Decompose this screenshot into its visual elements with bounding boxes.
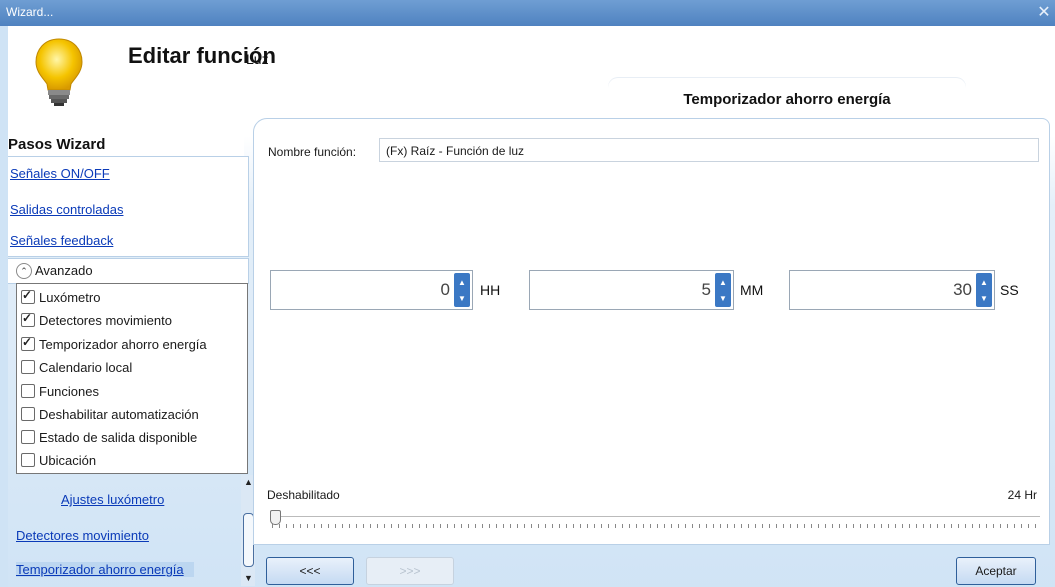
chevron-up-icon[interactable]: ▲	[719, 278, 727, 287]
option-label: Luxómetro	[39, 289, 101, 305]
steps-links: Señales ON/OFF Salidas controladas Señal…	[8, 156, 249, 257]
option-detectores[interactable]: Detectores movimiento	[21, 311, 172, 329]
hours-stepper[interactable]: 0 ▲ ▼	[270, 270, 473, 310]
slider-ticks	[272, 524, 1040, 528]
option-label: Deshabilitar automatización	[39, 406, 199, 422]
chevron-up-icon[interactable]: ▲	[458, 278, 466, 287]
page-subtitle: Luz	[246, 51, 269, 67]
checkbox[interactable]	[21, 384, 35, 398]
scroll-up-icon[interactable]: ▲	[244, 477, 253, 487]
slider-max-label: 24 Hr	[1007, 488, 1037, 502]
nav-temporizador[interactable]: Temporizador ahorro energía	[16, 562, 194, 577]
wizard-steps-heading: Pasos Wizard	[8, 134, 244, 158]
nav-ajustes-luxometro[interactable]: Ajustes luxómetro	[61, 492, 164, 507]
window-titlebar: Wizard... ✕	[0, 0, 1055, 26]
option-ubicacion[interactable]: Ubicación	[21, 451, 96, 469]
seconds-spin[interactable]: ▲ ▼	[976, 273, 992, 307]
scroll-down-icon[interactable]: ▼	[244, 573, 253, 583]
back-button[interactable]: <<<	[266, 557, 354, 585]
advanced-toggle[interactable]: ⌃ Avanzado	[8, 258, 249, 284]
link-senales-onoff[interactable]: Señales ON/OFF	[10, 166, 110, 181]
option-funciones[interactable]: Funciones	[21, 382, 99, 400]
window-title: Wizard...	[6, 5, 54, 19]
slider-thumb[interactable]	[270, 510, 281, 525]
content-panel: Nombre función: (Fx) Raíz - Función de l…	[253, 118, 1050, 545]
checkbox[interactable]	[21, 311, 35, 327]
option-label: Funciones	[39, 383, 99, 399]
hours-value: 0	[440, 280, 450, 299]
nav-detectores[interactable]: Detectores movimiento	[16, 528, 149, 543]
minutes-unit: MM	[740, 282, 764, 298]
close-icon[interactable]: ✕	[1033, 0, 1055, 26]
option-calendario[interactable]: Calendario local	[21, 358, 132, 376]
seconds-value: 30	[953, 280, 972, 299]
hours-spin[interactable]: ▲ ▼	[454, 273, 470, 307]
minutes-spin[interactable]: ▲ ▼	[715, 273, 731, 307]
lightbulb-icon	[35, 38, 83, 106]
option-deshabilitar[interactable]: Deshabilitar automatización	[21, 405, 199, 423]
chevron-up-icon[interactable]: ▲	[980, 278, 988, 287]
hours-unit: HH	[480, 282, 501, 298]
checkbox[interactable]	[21, 430, 35, 444]
seconds-stepper[interactable]: 30 ▲ ▼	[789, 270, 995, 310]
tab-temporizador[interactable]: Temporizador ahorro energía	[608, 78, 966, 118]
advanced-label: Avanzado	[35, 263, 93, 278]
advanced-options-list: Luxómetro Detectores movimiento Temporiz…	[16, 283, 248, 474]
chevron-down-icon[interactable]: ▼	[458, 294, 466, 303]
link-senales-feedback[interactable]: Señales feedback	[10, 233, 113, 248]
slider-min-label: Deshabilitado	[267, 488, 340, 502]
option-label: Detectores movimiento	[39, 312, 172, 328]
option-label: Estado de salida disponible	[39, 429, 198, 445]
seconds-unit: SS	[1000, 282, 1019, 298]
steps-nav: Ajustes luxómetro Detectores movimiento …	[16, 475, 255, 586]
name-field[interactable]: (Fx) Raíz - Función de luz	[379, 138, 1039, 162]
link-salidas-controladas[interactable]: Salidas controladas	[10, 202, 123, 217]
checkbox[interactable]	[21, 288, 35, 304]
checkbox[interactable]	[21, 407, 35, 421]
name-label: Nombre función:	[268, 145, 357, 159]
checkbox[interactable]	[21, 360, 35, 374]
slider-track[interactable]	[272, 516, 1040, 517]
chevron-down-icon[interactable]: ▼	[980, 294, 988, 303]
option-label: Ubicación	[39, 452, 97, 468]
wizard-frame: Editar función Luz Temporizador ahorro e…	[8, 26, 1055, 587]
option-temporizador[interactable]: Temporizador ahorro energía	[21, 335, 207, 353]
accept-button[interactable]: Aceptar	[956, 557, 1036, 585]
chevron-down-icon[interactable]: ▼	[719, 294, 727, 303]
next-button[interactable]: >>>	[366, 557, 454, 585]
option-luxometro[interactable]: Luxómetro	[21, 288, 100, 306]
checkbox[interactable]	[21, 453, 35, 467]
minutes-value: 5	[701, 280, 711, 299]
checkbox[interactable]	[21, 335, 35, 351]
minutes-stepper[interactable]: 5 ▲ ▼	[529, 270, 734, 310]
option-label: Temporizador ahorro energía	[39, 336, 207, 352]
option-estado-salida[interactable]: Estado de salida disponible	[21, 428, 197, 446]
chevron-up-icon[interactable]: ⌃	[16, 263, 32, 279]
option-label: Calendario local	[39, 359, 133, 375]
left-panel: Señales ON/OFF Salidas controladas Señal…	[8, 156, 255, 587]
